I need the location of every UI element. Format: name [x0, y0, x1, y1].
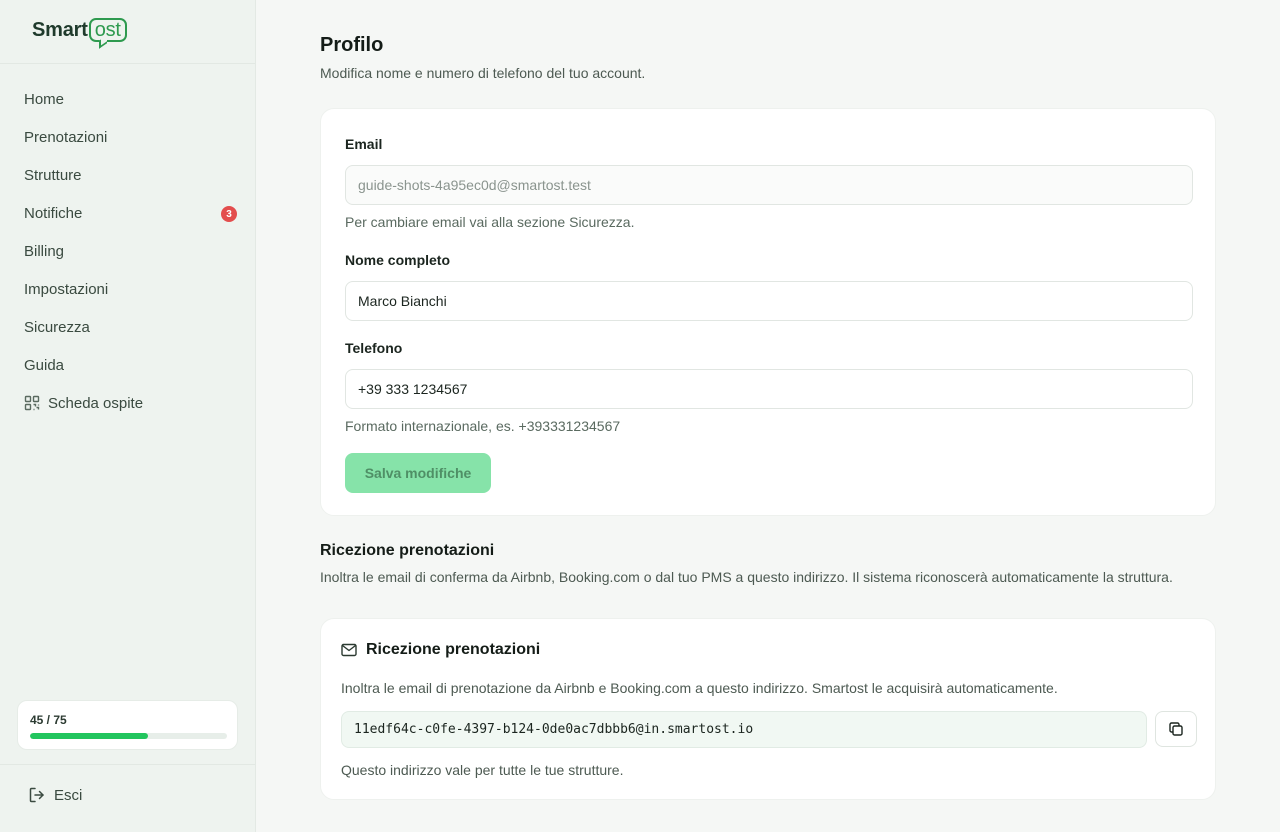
bookings-section-title: Ricezione prenotazioni — [320, 542, 495, 559]
email-hint: Per cambiare email vai alla sezione Sicu… — [345, 214, 635, 230]
email-field[interactable] — [345, 165, 1193, 205]
booking-inbox-card: Ricezione prenotazioni Inoltra le email … — [320, 618, 1216, 800]
sidebar-item-label: Scheda ospite — [48, 394, 144, 412]
sidebar-nav: Home Prenotazioni Strutture Notifiche 3 … — [24, 80, 240, 422]
sidebar-item-billing[interactable]: Billing — [24, 232, 240, 270]
sidebar-item-impostazioni[interactable]: Impostazioni — [24, 270, 240, 308]
sidebar-item-guida[interactable]: Guida — [24, 346, 240, 384]
sidebar-item-label: Sicurezza — [24, 318, 90, 336]
sidebar-item-prenotazioni[interactable]: Prenotazioni — [24, 118, 240, 156]
logout-icon — [29, 787, 44, 803]
sidebar-item-label: Billing — [24, 242, 65, 260]
forwarding-address-field[interactable]: 11edf64c-c0fe-4397-b124-0de0ac7dbbb6@in.… — [341, 711, 1147, 748]
page-title: Profilo — [320, 34, 384, 56]
logout-label: Esci — [54, 786, 83, 804]
sidebar-item-scheda-ospite[interactable]: Scheda ospite — [24, 384, 240, 422]
mail-icon — [341, 643, 357, 657]
sidebar-item-label: Notifiche — [24, 204, 83, 222]
sidebar-item-label: Strutture — [24, 166, 82, 184]
notification-count-badge: 3 — [221, 206, 237, 222]
sidebar-item-label: Impostazioni — [24, 280, 109, 298]
logo-word: Smart — [32, 18, 88, 41]
qr-code-icon — [24, 395, 40, 411]
divider — [0, 63, 255, 64]
profile-card: Email Per cambiare email vai alla sezion… — [320, 108, 1216, 516]
sidebar-item-notifiche[interactable]: Notifiche 3 — [24, 194, 240, 232]
sidebar-item-home[interactable]: Home — [24, 80, 240, 118]
booking-inbox-footer: Questo indirizzo vale per tutte le tue s… — [341, 762, 624, 778]
bookings-section-description: Inoltra le email di conferma da Airbnb, … — [320, 569, 1173, 585]
logo-bubble: ost — [88, 18, 127, 42]
booking-inbox-description: Inoltra le email di prenotazione da Airb… — [341, 680, 1058, 696]
booking-inbox-title: Ricezione prenotazioni — [366, 641, 541, 658]
copy-icon — [1169, 722, 1183, 736]
logout-button[interactable]: Esci — [28, 786, 82, 804]
sidebar-item-label: Home — [24, 90, 65, 108]
full-name-label: Nome completo — [345, 252, 451, 268]
page-subtitle: Modifica nome e numero di telefono del t… — [320, 65, 646, 81]
smartost-logo[interactable]: Smart ost — [32, 18, 127, 42]
sidebar-item-sicurezza[interactable]: Sicurezza — [24, 308, 240, 346]
copy-address-button[interactable] — [1155, 711, 1197, 747]
sidebar-item-strutture[interactable]: Strutture — [24, 156, 240, 194]
divider — [0, 764, 255, 765]
usage-quota-card: 45 / 75 — [17, 700, 238, 750]
sidebar: Smart ost Home Prenotazioni Strutture Not… — [0, 0, 256, 832]
email-label: Email — [345, 136, 383, 152]
phone-field[interactable] — [345, 369, 1193, 409]
full-name-field[interactable] — [345, 281, 1193, 321]
phone-hint: Formato internazionale, es. +39333123456… — [345, 418, 621, 434]
usage-progress-track — [30, 733, 227, 739]
phone-label: Telefono — [345, 340, 403, 356]
sidebar-item-label: Guida — [24, 356, 65, 374]
usage-quota-text: 45 / 75 — [30, 713, 67, 727]
booking-inbox-header: Ricezione prenotazioni — [341, 641, 540, 659]
sidebar-item-label: Prenotazioni — [24, 128, 108, 146]
save-changes-button[interactable]: Salva modifiche — [345, 453, 491, 493]
usage-progress-fill — [30, 733, 149, 739]
